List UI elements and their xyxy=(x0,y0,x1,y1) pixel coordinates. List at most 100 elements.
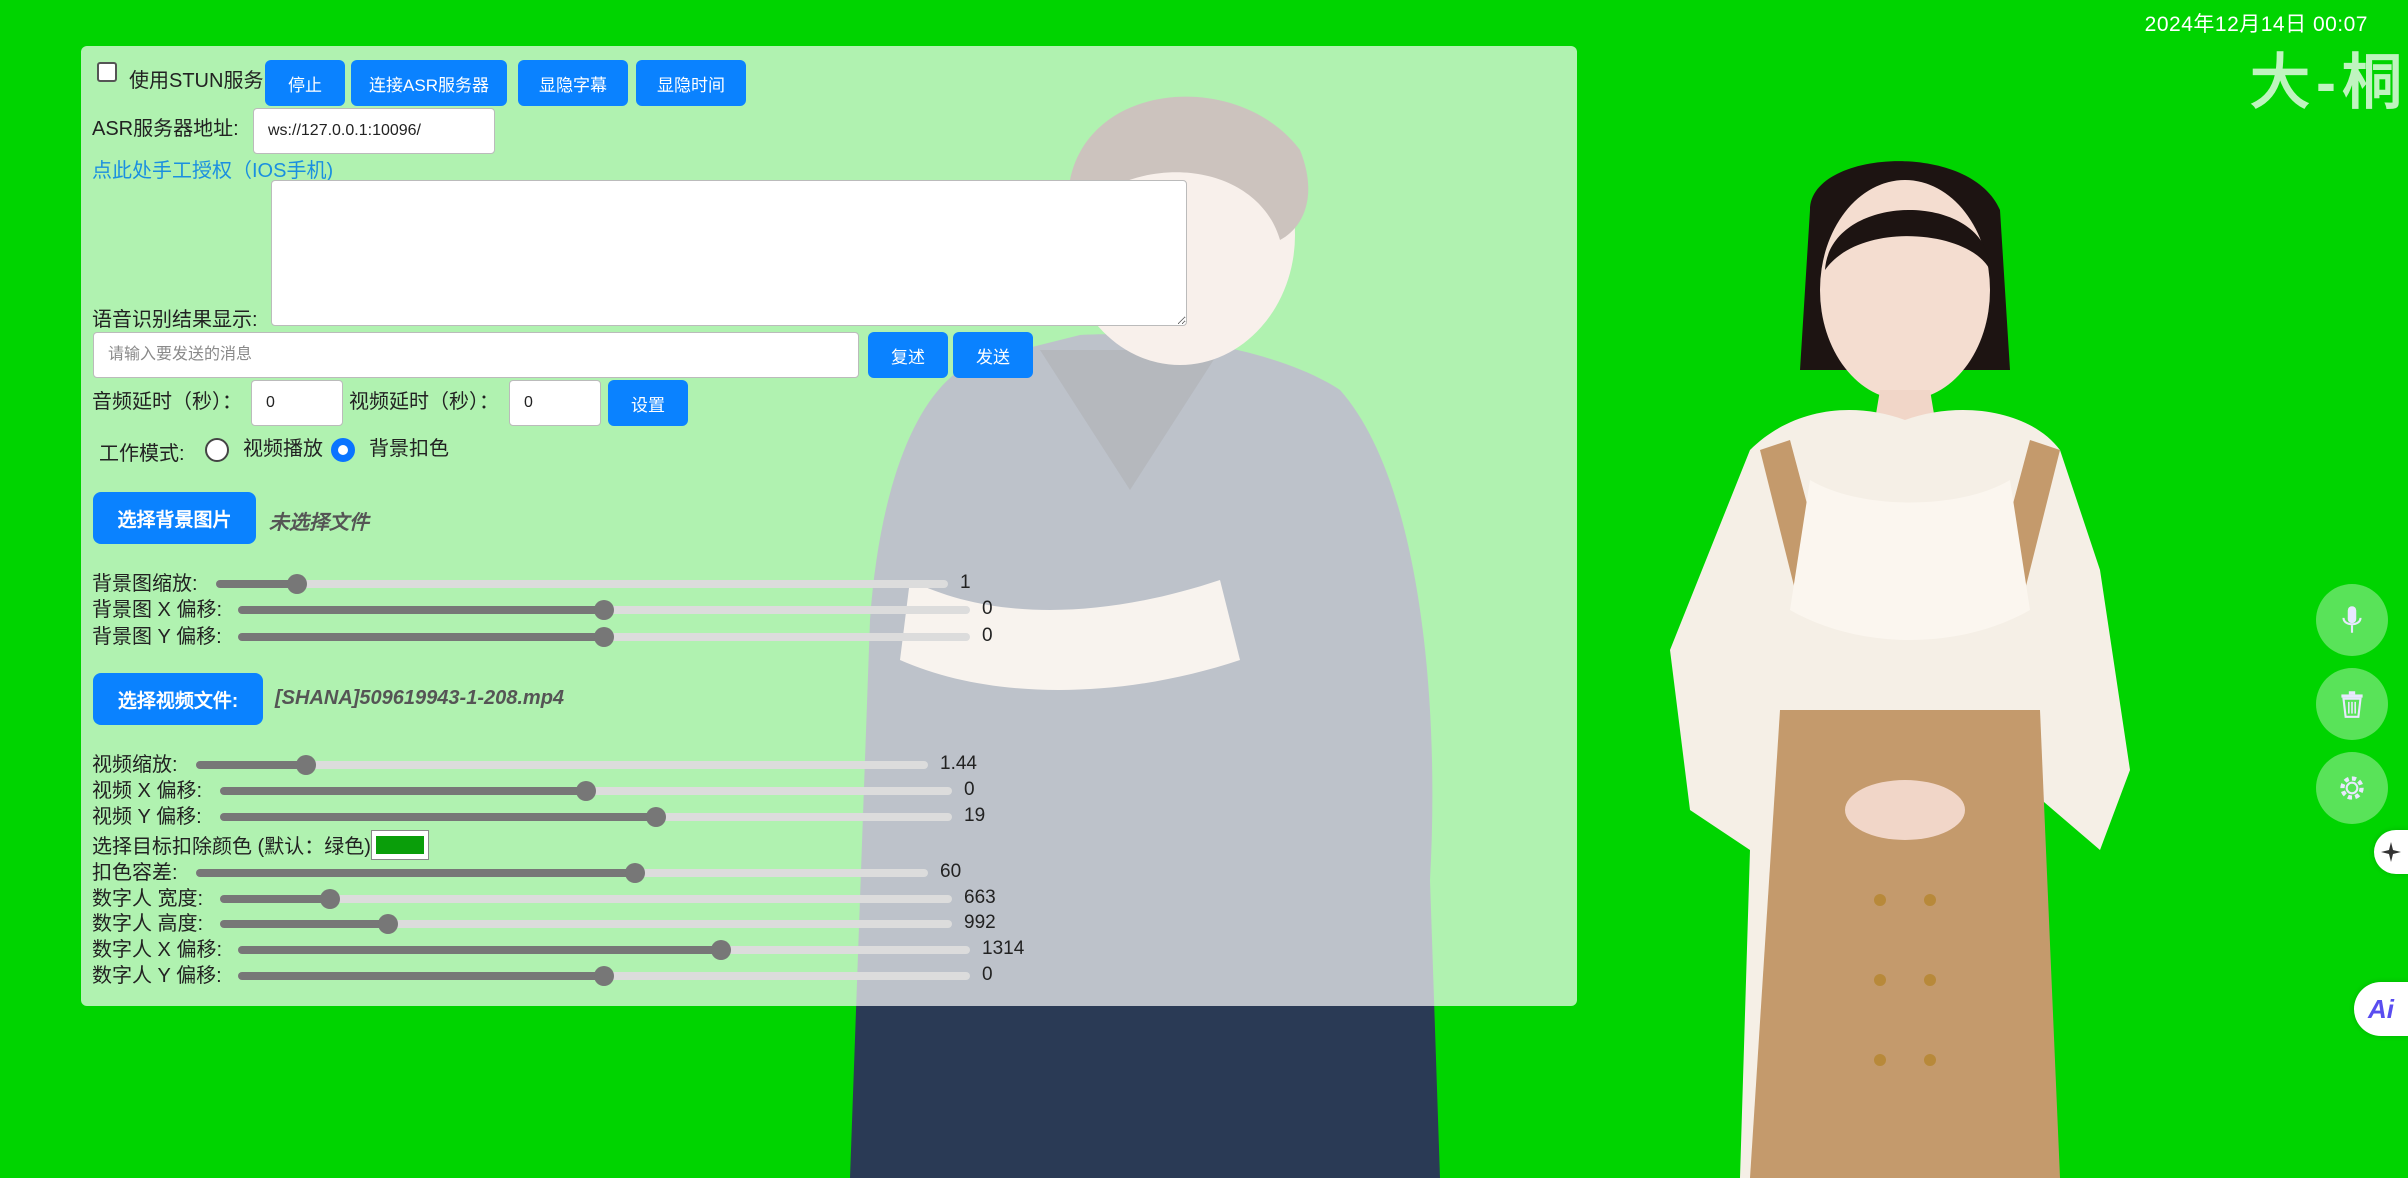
recognition-result-label: 语音识别结果显示: xyxy=(92,309,258,331)
mode-chroma-key-radio[interactable] xyxy=(331,438,355,462)
background-file-name: 未选择文件 xyxy=(269,512,369,534)
slider-value: 992 xyxy=(964,912,996,933)
stun-label: 使用STUN服务 xyxy=(129,70,264,92)
audio-delay-input[interactable] xyxy=(251,380,343,426)
settings-button[interactable] xyxy=(2316,752,2388,824)
slider-row: 视频 Y 偏移: 19 xyxy=(92,805,1092,829)
select-video-file-button[interactable]: 选择视频文件: xyxy=(93,673,263,725)
stop-button[interactable]: 停止 xyxy=(265,60,345,106)
slider-thumb[interactable] xyxy=(295,755,316,775)
slider-value: 663 xyxy=(964,887,996,908)
slider-thumb[interactable] xyxy=(625,863,646,883)
slider-thumb[interactable] xyxy=(319,889,340,909)
slider-track[interactable] xyxy=(238,940,970,960)
slider-value: 0 xyxy=(982,598,993,619)
work-mode-label: 工作模式: xyxy=(99,443,185,465)
slider-label: 数字人 X 偏移: xyxy=(92,939,223,961)
set-delay-button[interactable]: 设置 xyxy=(608,380,688,426)
slider-track[interactable] xyxy=(196,863,928,883)
slider-thumb[interactable] xyxy=(594,627,614,647)
slider-label: 背景图 X 偏移: xyxy=(92,599,223,621)
slider-label: 视频 X 偏移: xyxy=(92,780,203,802)
slider-fill xyxy=(238,972,604,980)
slider-label: 数字人 宽度: xyxy=(92,888,204,910)
digital-human-avatar xyxy=(1670,161,2130,1178)
slider-value: 0 xyxy=(964,779,975,800)
slider-track[interactable] xyxy=(220,807,952,827)
manual-auth-link[interactable]: 点此处手工授权（IOS手机) xyxy=(92,154,333,183)
slider-row: 背景图缩放: 1 xyxy=(92,572,1092,596)
mode-video-play-label: 视频播放 xyxy=(243,438,323,460)
slider-row: 视频缩放: 1.44 xyxy=(92,753,1092,777)
slider-value: 0 xyxy=(982,625,993,646)
slider-track[interactable] xyxy=(196,755,928,775)
audio-delay-label: 音频延时（秒）： xyxy=(92,391,242,413)
slider-value: 19 xyxy=(964,805,986,826)
trash-button[interactable] xyxy=(2316,668,2388,740)
slider-track[interactable] xyxy=(220,781,952,801)
mode-video-play-radio[interactable] xyxy=(205,438,229,462)
slider-track[interactable] xyxy=(238,600,970,620)
connect-asr-button[interactable]: 连接ASR服务器 xyxy=(351,60,507,106)
slider-row: 扣色容差: 60 xyxy=(92,861,1092,885)
slider-track[interactable] xyxy=(238,966,970,986)
slider-label: 视频 Y 偏移: xyxy=(92,806,202,828)
video-file-name: [SHANA]509619943-1-208.mp4 xyxy=(275,687,565,709)
slider-row: 数字人 X 偏移: 1314 xyxy=(92,938,1092,962)
slider-fill xyxy=(196,761,306,769)
slider-thumb[interactable] xyxy=(711,940,732,960)
toggle-subtitle-button[interactable]: 显隐字幕 xyxy=(518,60,628,106)
control-panel: 使用STUN服务 停止 连接ASR服务器 显隐字幕 显隐时间 ASR服务器地址:… xyxy=(81,46,1577,1006)
slider-thumb[interactable] xyxy=(576,781,596,801)
stun-checkbox[interactable] xyxy=(97,62,117,82)
slider-thumb[interactable] xyxy=(594,966,614,986)
trash-icon xyxy=(2341,691,2363,718)
slider-track[interactable] xyxy=(220,914,952,934)
ai-assistant-button[interactable]: Ai xyxy=(2354,982,2408,1036)
slider-thumb[interactable] xyxy=(378,914,399,934)
slider-fill xyxy=(216,580,297,588)
repeat-button[interactable]: 复述 xyxy=(868,332,948,378)
slider-row: 数字人 Y 偏移: 0 xyxy=(92,964,1092,988)
slider-thumb[interactable] xyxy=(645,807,666,827)
slider-row: 视频 X 偏移: 0 xyxy=(92,779,1092,803)
select-background-image-button[interactable]: 选择背景图片 xyxy=(93,492,256,544)
slider-fill xyxy=(220,787,586,795)
slider-thumb[interactable] xyxy=(594,600,614,620)
slider-row: 背景图 Y 偏移: 0 xyxy=(92,625,1092,649)
ai-icon: Ai xyxy=(2368,993,2394,1024)
slider-value: 1.44 xyxy=(940,753,977,774)
slider-fill xyxy=(238,946,722,954)
asr-address-input[interactable] xyxy=(253,108,495,154)
slider-value: 1314 xyxy=(982,938,1025,959)
slider-label: 数字人 高度: xyxy=(92,913,204,935)
send-button[interactable]: 发送 xyxy=(953,332,1033,378)
slider-fill xyxy=(196,869,636,877)
slider-track[interactable] xyxy=(220,889,952,909)
sparkle-button[interactable] xyxy=(2374,830,2408,874)
slider-thumb[interactable] xyxy=(286,574,307,594)
toggle-time-button[interactable]: 显隐时间 xyxy=(636,60,746,106)
slider-fill xyxy=(220,895,330,903)
slider-label: 数字人 Y 偏移: xyxy=(92,965,222,987)
brand-watermark: 大-桐 xyxy=(2250,49,2408,116)
recognition-result-textarea[interactable] xyxy=(271,180,1187,326)
slider-value: 0 xyxy=(982,964,993,985)
slider-track[interactable] xyxy=(238,627,970,647)
key-color-label: 选择目标扣除颜色 (默认：绿色): xyxy=(92,836,377,858)
video-delay-input[interactable] xyxy=(509,380,601,426)
key-color-picker[interactable] xyxy=(371,830,429,860)
slider-value: 60 xyxy=(940,861,962,882)
microphone-button[interactable] xyxy=(2316,584,2388,656)
slider-label: 扣色容差: xyxy=(92,862,178,884)
slider-fill xyxy=(220,813,656,821)
slider-row: 数字人 高度: 992 xyxy=(92,912,1092,936)
video-delay-label: 视频延时（秒）： xyxy=(349,391,499,413)
gear-icon xyxy=(2340,776,2364,800)
key-color-swatch xyxy=(376,836,424,854)
slider-fill xyxy=(238,633,604,641)
message-input[interactable] xyxy=(93,332,859,378)
slider-track[interactable] xyxy=(216,574,948,594)
asr-address-label: ASR服务器地址: xyxy=(92,118,239,140)
slider-row: 背景图 X 偏移: 0 xyxy=(92,598,1092,622)
